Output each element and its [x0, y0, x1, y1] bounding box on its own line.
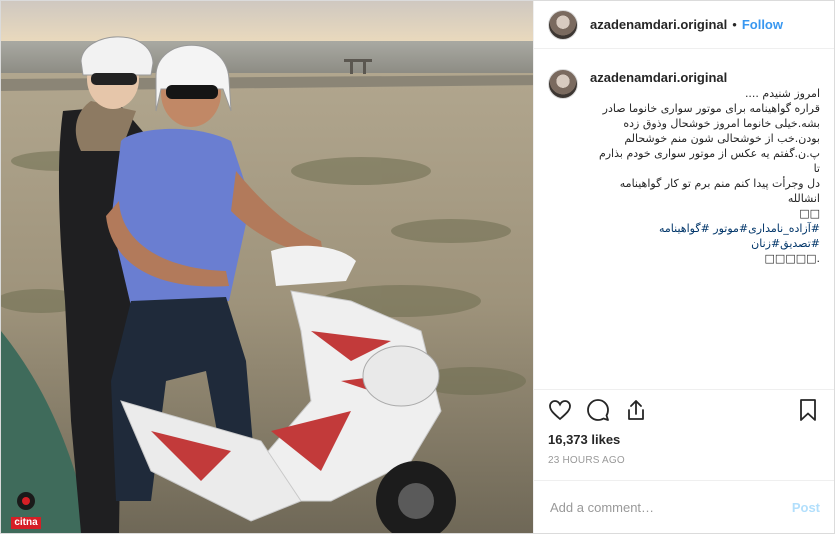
citna-watermark: citna: [5, 492, 47, 530]
photo-illustration: [1, 1, 533, 533]
avatar[interactable]: [548, 9, 578, 40]
caption-line: بودن.خب از خوشحالی شون منم خوشحالم: [624, 132, 820, 145]
caption-username[interactable]: azadenamdari.original: [590, 69, 820, 86]
instagram-post: citna azadenamdari.original • Follow aza…: [0, 0, 835, 534]
caption-avatar[interactable]: [548, 69, 578, 99]
heart-icon[interactable]: [548, 398, 572, 422]
caption-line: پ.ن.گفتم یه عکس از موتور سواری خودم بذار…: [598, 147, 820, 175]
header-username[interactable]: azadenamdari.original: [590, 17, 727, 32]
post-actions-section: 16,373 likes 23 HOURS AGO: [534, 389, 834, 480]
caption-hashtags[interactable]: #آزاده_نامداری#موتور #گواهینامه #تصدیق#ز…: [590, 221, 820, 251]
caption-line: دل وجرأت پیدا کنم منم برم تو کار گواهینا…: [619, 177, 820, 205]
post-timestamp[interactable]: 23 HOURS AGO: [548, 455, 820, 466]
share-icon[interactable]: [624, 398, 648, 422]
post-header: azadenamdari.original • Follow: [534, 1, 834, 49]
caption-line: قراره گواهینامه برای موتور سواری خانوما …: [602, 102, 820, 115]
caption-line: امروز شنیدم ....: [744, 87, 820, 100]
likes-count[interactable]: 16,373 likes: [548, 432, 820, 447]
comment-input[interactable]: [548, 498, 792, 516]
comment-bar: Post: [534, 480, 834, 533]
follow-button[interactable]: Follow: [742, 17, 783, 32]
caption-line: □□: [799, 207, 820, 220]
caption-area: azadenamdari.original امروز شنیدم .... ق…: [534, 49, 834, 389]
comment-icon[interactable]: [586, 398, 610, 422]
caption-line: .□□□□□: [764, 252, 820, 265]
caption: azadenamdari.original امروز شنیدم .... ق…: [590, 69, 820, 266]
post-photo[interactable]: citna: [1, 1, 533, 533]
bookmark-icon[interactable]: [796, 398, 820, 422]
watermark-text: citna: [11, 517, 41, 529]
watermark-logo-icon: [17, 492, 35, 510]
action-bar: [548, 390, 820, 430]
caption-line: بشه.خیلی خانوما امروز خوشحال وذوق زده: [623, 117, 820, 130]
separator-dot: •: [732, 17, 737, 32]
caption-text: امروز شنیدم .... قراره گواهینامه برای مو…: [590, 86, 820, 266]
post-comment-button[interactable]: Post: [792, 500, 820, 515]
post-side-panel: azadenamdari.original • Follow azadenamd…: [533, 1, 834, 533]
